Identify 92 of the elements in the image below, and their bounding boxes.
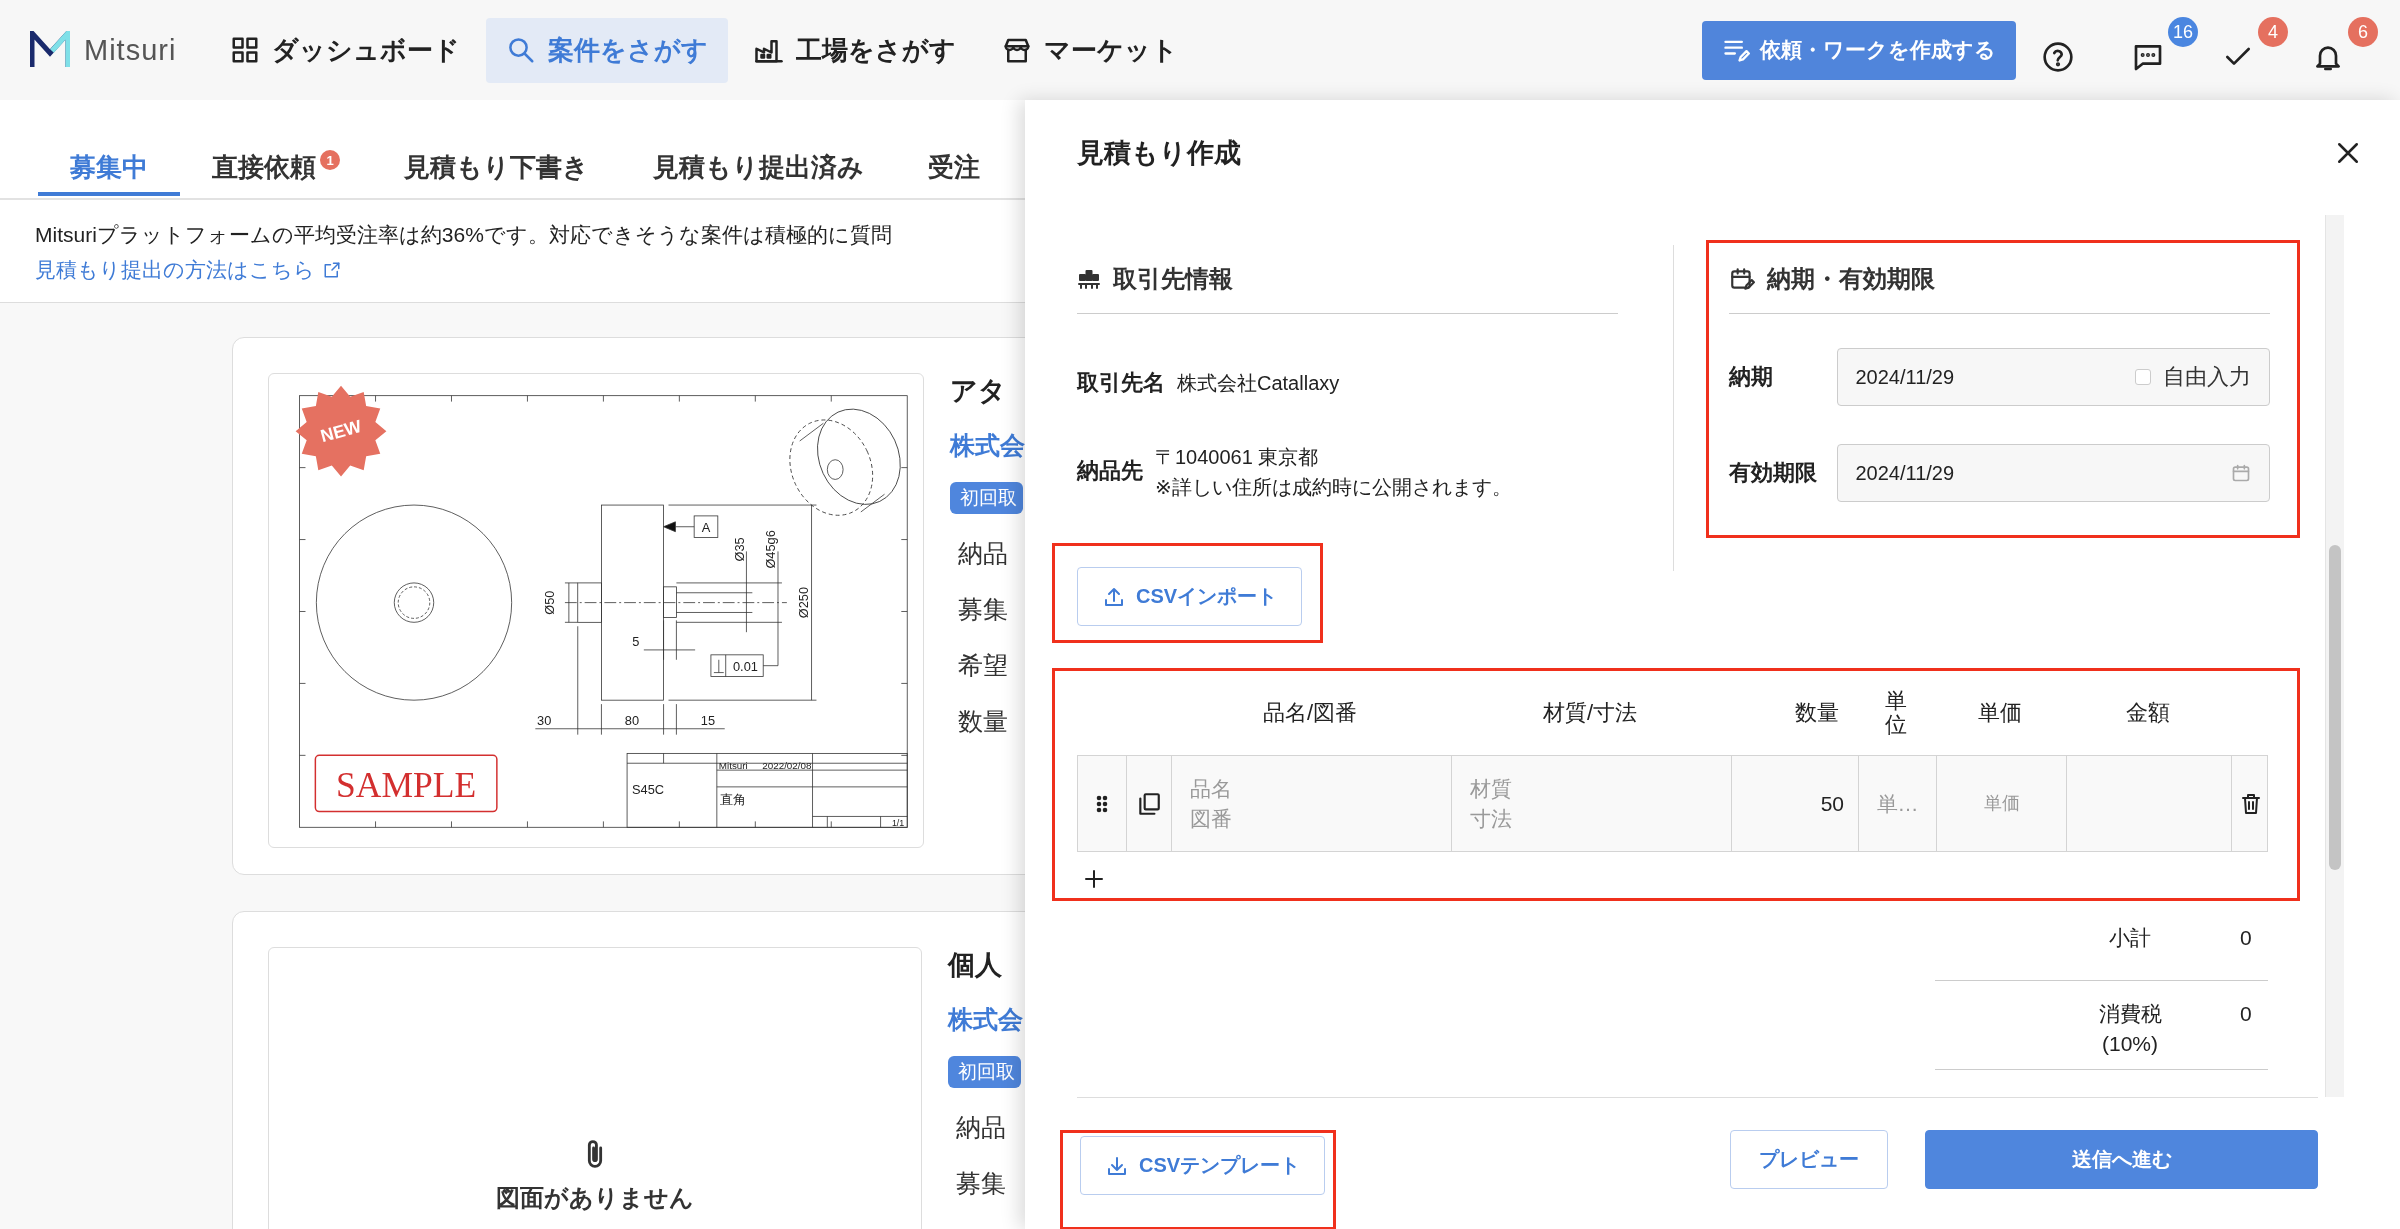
field-label: 有効期限 (1728, 459, 1818, 487)
dimension-label: 80 (624, 712, 640, 728)
tag: 初回取 (948, 1056, 1021, 1088)
dimension-label: 15 (700, 712, 716, 728)
logo-icon (30, 31, 70, 69)
field-label: 取引先名 (1077, 369, 1165, 397)
input-field[interactable]: 図番 (1190, 806, 1433, 831)
tab[interactable]: 見積もり提出済み (621, 138, 896, 196)
plus-icon (1082, 867, 1106, 891)
field-label: 募集 (956, 1168, 1006, 1199)
date-field[interactable]: 2024/11/29 (1836, 444, 2270, 502)
column-header: 品名/図番 (1261, 699, 1359, 727)
job-card[interactable]: 図面がありません 個人 株式会 初回取 納品 募集 (232, 911, 1025, 1229)
total-label: 小計 (2108, 925, 2152, 951)
column-header: 数量 (1794, 699, 1840, 727)
input-field[interactable]: 単… (1859, 791, 1936, 816)
copy-icon[interactable] (1136, 790, 1162, 817)
tolerance-label: 0.01 (733, 658, 758, 674)
tab[interactable]: 受注 (896, 138, 1012, 196)
tag: 初回取 (950, 482, 1023, 514)
field-label: 納品 (956, 1112, 1006, 1143)
help-icon (2042, 41, 2074, 73)
csv-template-button[interactable]: CSVテンプレート (1080, 1136, 1326, 1195)
field-label: 納期 (1728, 363, 1774, 391)
tab[interactable]: 見積もり下書き (372, 138, 621, 196)
count-badge: 6 (2348, 17, 2378, 47)
tab[interactable]: 直接依頼 1 (180, 138, 372, 196)
company-name[interactable]: 株式会 (950, 429, 1025, 462)
job-card[interactable]: Ø50 Ø35 Ø45g6 Ø250 5 30 80 15 A 0.01 S45C Mitsuri 2022/02/08 直角 1/1 NEW SAMPLE アタ 株式会 初回取 納品 募集 希望 数量 (232, 337, 1025, 875)
field-value: 株式会社Catallaxy (1177, 371, 1340, 396)
nav-item[interactable]: 工場をさがす (734, 17, 977, 83)
dimension-label: 5 (632, 634, 640, 649)
dimension-label: Ø35 (732, 537, 748, 562)
building-icon (1077, 267, 1101, 291)
header-icon-button[interactable]: 16 (2130, 15, 2198, 85)
csv-import-button[interactable]: CSVインポート (1077, 567, 1303, 626)
field-label: 希望 (958, 650, 1008, 681)
input-field[interactable]: 品名 (1190, 776, 1433, 801)
author-label: Mitsuri (718, 760, 748, 772)
calendar-edit-icon (1728, 266, 1755, 292)
job-title: アタ (950, 375, 1006, 408)
input-field[interactable]: 材質 (1470, 776, 1713, 801)
field-label: 納品 (958, 538, 1008, 569)
job-title: 個人 (948, 949, 1002, 982)
sheet-label: 1/1 (891, 818, 905, 829)
dimension-label: Ø50 (542, 590, 558, 615)
total-value: 0 (2240, 1001, 2253, 1027)
company-name[interactable]: 株式会 (948, 1003, 1023, 1036)
section-title: 取引先情報 (1113, 264, 1233, 294)
field-label: 数量 (958, 706, 1008, 737)
part-title-label: 直角 (719, 791, 746, 807)
help-link[interactable]: 見積もり提出の方法はこちら (35, 256, 341, 284)
material-label: S45C (632, 781, 665, 797)
dimension-label: 30 (537, 712, 552, 728)
count-badge: 16 (2168, 17, 2198, 47)
dimension-label: Ø250 (795, 586, 811, 619)
free-input-checkbox[interactable]: 自由入力 (2135, 362, 2251, 392)
external-link-icon (323, 261, 341, 279)
logo-text: Mitsuri (84, 33, 177, 67)
notice-text: Mitsuriプラットフォームの平均受注率は約36%です。対応できそうな案件は積極的に質問 (35, 222, 893, 248)
column-header: 金額 (2124, 699, 2171, 727)
field-value: 〒1040061 東京都 (1155, 445, 1320, 470)
create-button[interactable]: 依頼・ワークを作成する (1702, 20, 2016, 80)
tab[interactable]: 募集中 (38, 138, 180, 196)
nav-item[interactable]: マーケット (982, 17, 1199, 83)
new-badge: NEW (295, 385, 387, 477)
column-header: 材質/寸法 (1541, 699, 1639, 727)
total-value: 0 (2240, 925, 2253, 951)
section-title: 納期・有効期限 (1766, 264, 1935, 294)
panel-title: 見積もり作成 (1077, 136, 1242, 170)
input-field[interactable]: 寸法 (1470, 806, 1713, 831)
scrollbar[interactable] (2325, 215, 2344, 1097)
field-label: 募集 (958, 594, 1008, 625)
input-field[interactable]: 単価 (1937, 793, 2066, 814)
column-header: 単位 (1885, 688, 1907, 738)
nav-item[interactable]: ダッシュボード (210, 17, 481, 83)
preview-button[interactable]: プレビュー (1730, 1130, 1888, 1189)
address-note: ※詳しい住所は成約時に公開されます。 (1155, 475, 1512, 500)
date-field[interactable]: 2024/11/29 自由入力 (1836, 348, 2270, 406)
count-badge: 4 (2258, 17, 2288, 47)
empty-message: 図面がありません (496, 1183, 694, 1213)
field-label: 納品先 (1077, 457, 1143, 485)
total-label: 消費税 (10%) (2097, 1001, 2163, 1057)
date-label: 2022/02/08 (762, 760, 812, 772)
input-field[interactable]: 50 (1732, 791, 1858, 816)
datum-label: A (701, 519, 711, 535)
sample-stamp: SAMPLE (314, 754, 498, 813)
count-badge: 1 (320, 150, 340, 170)
submit-button[interactable]: 送信へ進む (1925, 1130, 2318, 1189)
grid-icon (230, 35, 261, 65)
column-header: 単価 (1977, 699, 2023, 727)
dimension-label: Ø45g6 (763, 530, 779, 569)
